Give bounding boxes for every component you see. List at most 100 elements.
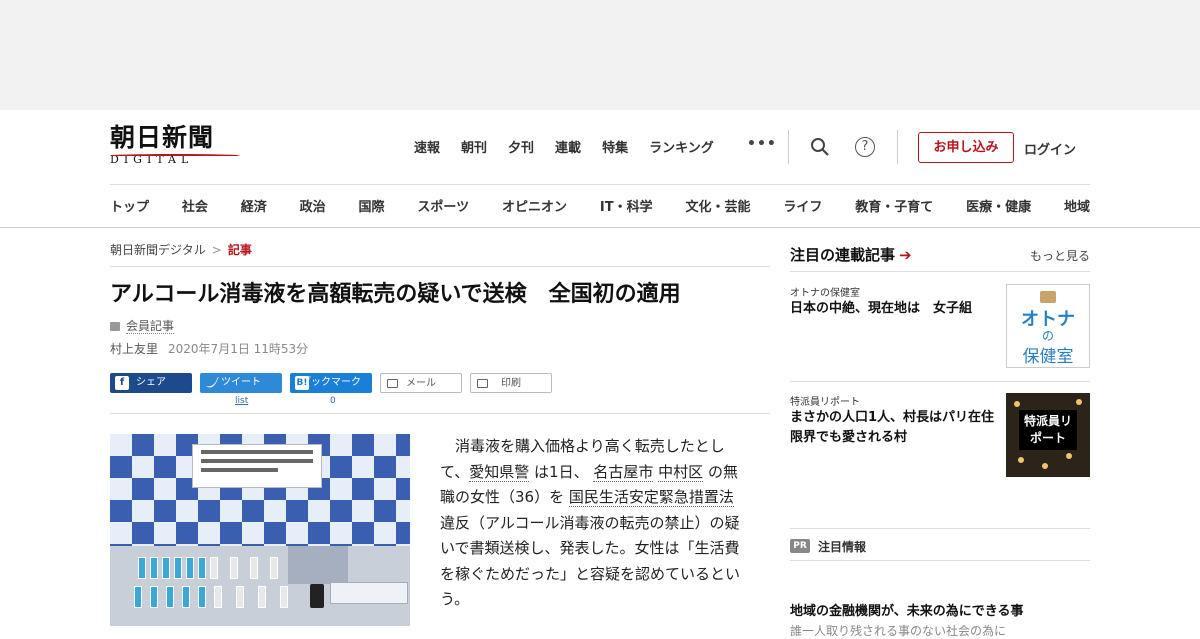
login-link[interactable]: ログイン (1024, 139, 1076, 158)
twitter-share-button[interactable]: ツイート (200, 373, 282, 393)
help-icon[interactable]: ? (855, 137, 875, 157)
hatena-count[interactable]: 0 (330, 396, 336, 406)
header-divider-2 (897, 130, 898, 164)
hatena-icon: B! (295, 376, 309, 390)
search-icon[interactable] (810, 137, 830, 157)
topnav-item-breaking[interactable]: 速報 (414, 137, 440, 156)
card-title[interactable]: まさかの人口1人、村長はパリ在住 限界でも愛される村 (790, 408, 1007, 448)
sidebar-title[interactable]: 注目の連載記事 ➔ (790, 244, 912, 265)
photo-item (258, 586, 266, 608)
facebook-share-button[interactable]: f シェア (110, 373, 192, 393)
bag-icon (1040, 291, 1056, 303)
tag-link-law[interactable]: 国民生活安定緊急措置法 (568, 488, 734, 507)
photo-item (166, 586, 174, 608)
print-label: 印刷 (501, 378, 521, 389)
hatena-bookmark-button[interactable]: B! ブックマーク (290, 373, 372, 393)
publish-date: 2020年7月1日 11時53分 (168, 342, 309, 356)
photo-item (236, 586, 244, 608)
mail-icon (387, 379, 398, 388)
category-politics[interactable]: 政治 (300, 196, 326, 215)
share-buttons: f シェア ツイート B! ブックマーク メール 印刷 (110, 373, 552, 393)
breadcrumb-separator: > (211, 243, 222, 257)
thumbnail-lantern (1014, 401, 1020, 407)
print-icon (477, 379, 488, 388)
card-title[interactable]: 日本の中絶、現在地は 女子組 (790, 299, 1000, 319)
lock-icon (110, 322, 120, 331)
arrow-right-icon: ➔ (899, 246, 912, 264)
author-name: 村上友里 (110, 342, 159, 356)
breadcrumb-home[interactable]: 朝日新聞デジタル (110, 243, 206, 257)
category-society[interactable]: 社会 (182, 196, 208, 215)
more-menu-icon[interactable]: ••• (747, 136, 777, 152)
category-education[interactable]: 教育・子育て (855, 196, 933, 215)
body-text: は1日、 (529, 462, 594, 481)
photo-item (250, 557, 258, 579)
thumbnail-text: の (1041, 329, 1054, 343)
category-opinion[interactable]: オピニオン (502, 196, 567, 215)
site-logo[interactable]: 朝日新聞 DIGITAL (110, 124, 242, 168)
photo-bag (288, 546, 348, 584)
twitter-icon (206, 377, 219, 388)
logo-swoosh (110, 154, 240, 157)
tag-link-aichi-police[interactable]: 愛知県警 (469, 462, 530, 482)
pr-article-subtitle[interactable]: 誰一人取り残される事のない社会の為に (790, 622, 1006, 639)
twitter-count[interactable]: list (235, 396, 248, 406)
card-kicker[interactable]: 特派員リポート (790, 393, 860, 408)
topnav-item-evening[interactable]: 夕刊 (508, 137, 534, 156)
tag-link-nakamura[interactable]: 中村区 (658, 462, 704, 482)
category-top[interactable]: トップ (110, 196, 149, 215)
photo-wipes (330, 582, 408, 604)
twitter-share-label: ツイート (221, 377, 261, 388)
card-thumbnail[interactable]: 特派員リポート (1006, 393, 1090, 477)
body-text: 違反（アルコール消毒液の転売の禁止）の疑いで書類送検し、発表した。女性は「生活費… (440, 513, 741, 609)
thumbnail-lantern (1042, 463, 1048, 469)
breadcrumb-divider (110, 266, 770, 267)
photo-item (270, 557, 278, 579)
photo-phone (310, 584, 324, 608)
mail-share-label: メール (406, 378, 436, 389)
header-divider (788, 130, 789, 164)
article-photo[interactable] (110, 434, 410, 626)
members-label[interactable]: 会員記事 (126, 319, 175, 334)
category-international[interactable]: 国際 (359, 196, 385, 215)
category-region[interactable]: 地域 (1064, 196, 1090, 215)
category-it-science[interactable]: IT・科学 (600, 196, 653, 215)
article-body: 消毒液を購入価格より高く転売したとして、愛知県警 は1日、 名古屋市 中村区 の… (440, 434, 752, 613)
tag-link-nagoya[interactable]: 名古屋市 (593, 462, 654, 482)
subscribe-button[interactable]: お申し込み (918, 132, 1014, 163)
category-life[interactable]: ライフ (783, 196, 822, 215)
mail-share-button[interactable]: メール (380, 373, 462, 393)
sidebar-title-text: 注目の連載記事 (790, 246, 896, 264)
category-economy[interactable]: 経済 (241, 196, 267, 215)
category-culture[interactable]: 文化・芸能 (685, 196, 750, 215)
pr-article-title[interactable]: 地域の金融機関が、未来の為にできる事 (790, 600, 1023, 619)
card-thumbnail[interactable]: オトナ の 保健室 (1006, 284, 1090, 368)
photo-item (150, 557, 158, 579)
header-divider-line (110, 184, 1090, 185)
category-sports[interactable]: スポーツ (417, 196, 469, 215)
card-kicker[interactable]: オトナの保健室 (790, 284, 860, 299)
category-health[interactable]: 医療・健康 (966, 196, 1031, 215)
logo-title: 朝日新聞 (110, 123, 215, 152)
thumbnail-label: 特派員リポート (1019, 410, 1077, 450)
topnav-item-morning[interactable]: 朝刊 (461, 137, 487, 156)
photo-item (210, 557, 218, 579)
article-byline: 村上友里 2020年7月1日 11時53分 (110, 340, 308, 357)
breadcrumb-current: 記事 (227, 243, 252, 257)
topnav-item-ranking[interactable]: ランキング (649, 137, 714, 156)
sidebar-divider (790, 560, 1090, 561)
topnav-item-series[interactable]: 連載 (555, 137, 581, 156)
pr-section-label: 注目情報 (818, 540, 867, 554)
photo-item (186, 557, 194, 579)
photo-item (134, 586, 142, 608)
topnav-item-features[interactable]: 特集 (602, 137, 628, 156)
photo-item (138, 557, 146, 579)
sidebar-more-link[interactable]: もっと見る (1030, 247, 1090, 264)
thumbnail-text: 保健室 (1022, 347, 1074, 367)
print-button[interactable]: 印刷 (470, 373, 552, 393)
photo-item (198, 557, 206, 579)
photo-item (214, 586, 222, 608)
breadcrumb: 朝日新聞デジタル > 記事 (110, 241, 252, 258)
sidebar-divider (790, 528, 1090, 529)
members-only-badge: 会員記事 (110, 317, 175, 334)
